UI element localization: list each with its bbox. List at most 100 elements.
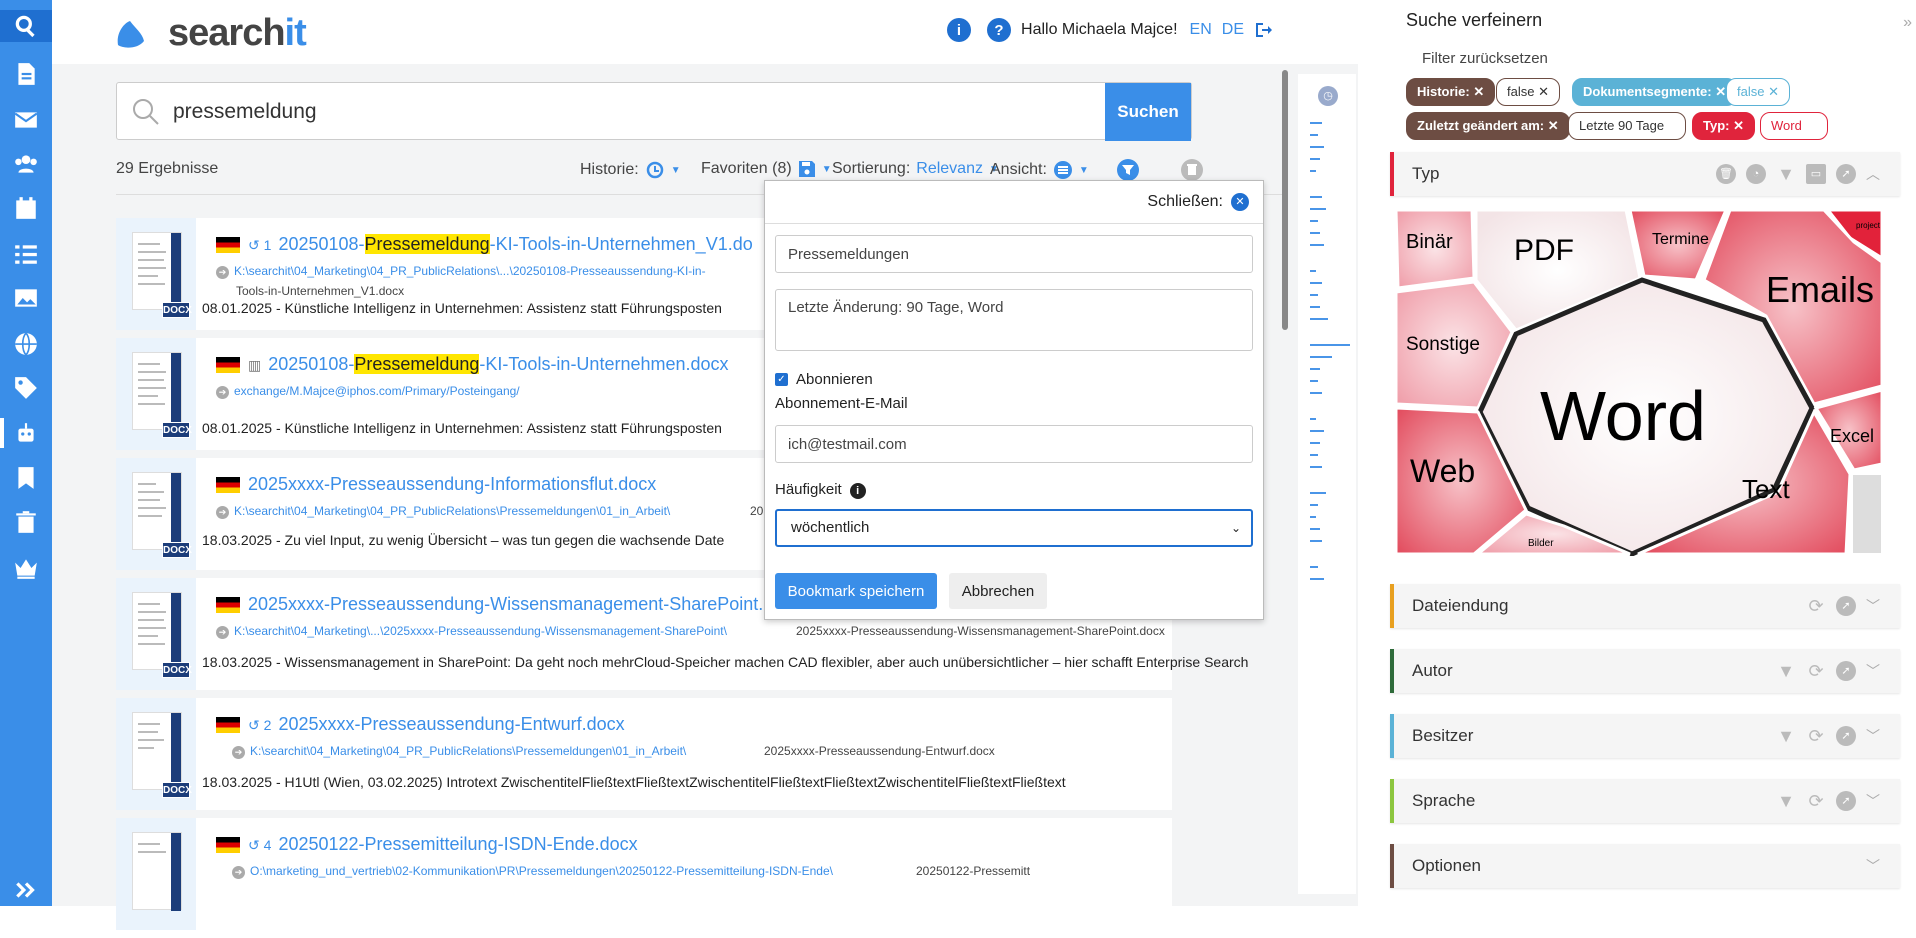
help-icon[interactable]: ? xyxy=(987,18,1012,42)
collapse-panel-icon[interactable]: » xyxy=(1903,14,1912,32)
users-icon[interactable] xyxy=(10,148,42,180)
folder-icon[interactable]: ▭ xyxy=(1806,164,1826,184)
chevron-down-icon[interactable]: ﹀ xyxy=(1866,661,1880,681)
refresh-icon[interactable]: ⟳ xyxy=(1806,661,1826,681)
result-title[interactable]: ▥ 20250108-Pressemeldung-KI-Tools-in-Unt… xyxy=(216,354,729,375)
refresh-icon[interactable]: ⟳ xyxy=(1806,791,1826,811)
favorites-menu[interactable]: Favoriten (8) ▼ xyxy=(701,160,832,178)
tags-icon[interactable] xyxy=(10,372,42,404)
trash-icon[interactable] xyxy=(10,506,42,538)
filter-chip-segments-value[interactable]: false ✕ xyxy=(1726,78,1790,106)
trash-icon[interactable]: 🗑 xyxy=(1716,164,1736,184)
chevron-down-icon[interactable]: ﹀ xyxy=(1866,791,1880,811)
facet-type[interactable]: Typ 🗑 ◔ ▼ ▭ ➚ ︿ xyxy=(1390,152,1900,196)
result-thumbnail[interactable]: DOCX xyxy=(116,698,196,810)
logout-icon[interactable] xyxy=(1254,21,1272,39)
reset-filters-link[interactable]: Filter zurücksetzen xyxy=(1422,50,1548,67)
subscribe-checkbox[interactable]: ✓ Abonnieren xyxy=(775,371,873,388)
chevron-up-icon[interactable]: ︿ xyxy=(1866,164,1880,184)
cell-thumbnail[interactable] xyxy=(1851,473,1883,555)
filter-chip-history-value[interactable]: false ✕ xyxy=(1496,78,1560,106)
close-button[interactable]: Schließen: ✕ xyxy=(1147,193,1249,211)
result-title[interactable]: ↺ 1 20250108-Pressemeldung-KI-Tools-in-U… xyxy=(216,234,753,255)
delete-icon[interactable] xyxy=(1180,158,1204,182)
facet-sprache[interactable]: Sprache ▼ ⟳ ➚ ﹀ xyxy=(1390,779,1900,823)
view-menu[interactable]: Ansicht: ▼ xyxy=(990,160,1089,180)
frequency-select[interactable]: wöchentlich ⌄ xyxy=(775,509,1253,547)
result-minimap[interactable]: ◷ xyxy=(1298,74,1356,894)
search-icon[interactable] xyxy=(0,10,52,42)
refresh-icon[interactable]: ⟳ xyxy=(1806,726,1826,746)
logo[interactable]: searchit xyxy=(114,12,307,55)
bookmark-icon[interactable] xyxy=(10,462,42,494)
cancel-button[interactable]: Abbrechen xyxy=(949,573,1047,609)
facet-autor[interactable]: Autor ▼ ⟳ ➚ ﹀ xyxy=(1390,649,1900,693)
search-input[interactable] xyxy=(173,93,1073,131)
result-path[interactable]: ➔ K:\searchit\04_Marketing\04_PR_PublicRe… xyxy=(232,744,686,759)
results-scrollbar[interactable] xyxy=(1282,64,1290,906)
save-bookmark-button[interactable]: Bookmark speichern xyxy=(775,573,937,609)
filter-icon[interactable]: ▼ xyxy=(1776,726,1796,746)
result-title[interactable]: ↺ 2 2025xxxx-Presseaussendung-Entwurf.do… xyxy=(216,714,625,735)
search-button[interactable]: Suchen xyxy=(1105,83,1191,141)
filter-icon[interactable]: ▼ xyxy=(1776,661,1796,681)
filter-chip-type-value[interactable]: Word xyxy=(1760,112,1828,140)
filter-chip-segments[interactable]: Dokumentsegmente: ✕ xyxy=(1572,78,1738,106)
result-title[interactable]: 2025xxxx-Presseaussendung-Wissensmanagem… xyxy=(216,594,801,615)
chevron-down-icon[interactable]: ﹀ xyxy=(1866,596,1880,616)
result-thumbnail[interactable]: DOCX xyxy=(116,458,196,570)
lang-de[interactable]: DE xyxy=(1222,21,1244,39)
mail-icon[interactable] xyxy=(10,104,42,136)
document-icon[interactable] xyxy=(10,58,42,90)
calendar-icon[interactable] xyxy=(10,192,42,224)
result-thumbnail[interactable] xyxy=(116,818,196,930)
crown-icon[interactable] xyxy=(10,552,42,584)
filter-chip-modified[interactable]: Zuletzt geändert am: ✕ xyxy=(1406,112,1570,140)
facet-dateiendung[interactable]: Dateiendung ⟳ ➚ ﹀ xyxy=(1390,584,1900,628)
robot-icon[interactable] xyxy=(10,418,42,450)
result-path[interactable]: ➔ K:\searchit\04_Marketing\04_PR_PublicRe… xyxy=(216,504,670,519)
chevron-down-icon[interactable]: ﹀ xyxy=(1866,726,1880,746)
facet-optionen[interactable]: Optionen ﹀ xyxy=(1390,844,1900,888)
open-external-icon[interactable]: ➚ xyxy=(1836,596,1856,616)
filter-icon[interactable]: ▼ xyxy=(1776,791,1796,811)
result-path[interactable]: ➔ K:\searchit\04_Marketing\...\2025xxxx-P… xyxy=(216,624,727,639)
result-path[interactable]: ➔ exchange/M.Majce@iphos.com/Primary/Post… xyxy=(216,384,520,399)
bookmark-description-input[interactable]: Letzte Änderung: 90 Tage, Word xyxy=(775,289,1253,351)
bookmark-name-input[interactable] xyxy=(775,235,1253,273)
open-external-icon[interactable]: ➚ xyxy=(1836,791,1856,811)
result-item[interactable]: ↺ 4 20250122-Pressemitteilung-ISDN-Ende.… xyxy=(116,818,1172,930)
result-path[interactable]: ➔ K:\searchit\04_Marketing\04_PR_PublicRe… xyxy=(216,264,706,279)
open-external-icon[interactable]: ➚ xyxy=(1836,164,1856,184)
result-item[interactable]: DOCX ↺ 2 2025xxxx-Presseaussendung-Entwu… xyxy=(116,698,1172,810)
chevron-down-icon[interactable]: ﹀ xyxy=(1866,856,1880,876)
result-thumbnail[interactable]: DOCX xyxy=(116,578,196,690)
filter-icon[interactable]: ▼ xyxy=(1776,164,1796,184)
result-description: 08.01.2025 - Künstliche Intelligenz in U… xyxy=(202,300,722,316)
result-thumbnail[interactable]: DOCX xyxy=(116,218,196,330)
lang-en[interactable]: EN xyxy=(1190,21,1212,39)
result-path[interactable]: ➔ O:\marketing_und_vertrieb\02-Kommunikat… xyxy=(232,864,833,879)
image-icon[interactable] xyxy=(10,282,42,314)
info-icon[interactable]: i xyxy=(849,483,866,499)
filter-chip-modified-value[interactable]: Letzte 90 Tage xyxy=(1568,112,1686,140)
pie-chart-icon[interactable]: ◔ xyxy=(1746,164,1766,184)
filter-chip-type[interactable]: Typ: ✕ xyxy=(1692,112,1755,140)
info-icon[interactable]: i xyxy=(947,18,972,42)
open-external-icon[interactable]: ➚ xyxy=(1836,726,1856,746)
refresh-icon[interactable]: ⟳ xyxy=(1806,596,1826,616)
tasks-icon[interactable] xyxy=(10,238,42,270)
result-thumbnail[interactable]: DOCX xyxy=(116,338,196,450)
result-title[interactable]: 2025xxxx-Presseaussendung-Informationsfl… xyxy=(216,474,656,495)
globe-icon[interactable] xyxy=(10,328,42,360)
filter-icon[interactable] xyxy=(1116,158,1140,182)
history-menu[interactable]: Historie: ▼ xyxy=(580,160,681,180)
sort-menu[interactable]: Sortierung: Relevanz ▼ xyxy=(832,160,999,178)
expand-icon[interactable] xyxy=(10,874,42,906)
filter-chip-history[interactable]: Historie: ✕ xyxy=(1406,78,1496,106)
facet-label: Sprache xyxy=(1412,791,1476,810)
open-external-icon[interactable]: ➚ xyxy=(1836,661,1856,681)
email-field[interactable] xyxy=(775,425,1253,463)
result-title[interactable]: ↺ 4 20250122-Pressemitteilung-ISDN-Ende.… xyxy=(216,834,638,855)
facet-besitzer[interactable]: Besitzer ▼ ⟳ ➚ ﹀ xyxy=(1390,714,1900,758)
